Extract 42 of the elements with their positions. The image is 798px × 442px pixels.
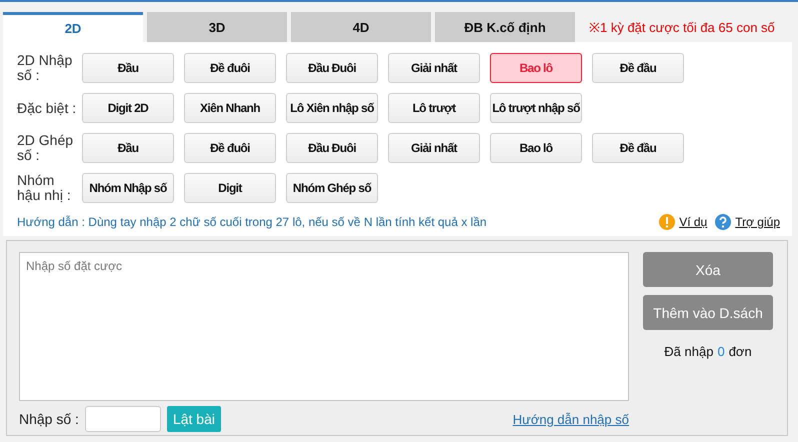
count-value: 0: [717, 344, 725, 359]
option-button[interactable]: Digit: [184, 173, 276, 203]
warning-icon: [659, 214, 676, 230]
input-guide-link[interactable]: Hướng dẫn nhập số: [512, 412, 629, 426]
tab[interactable]: 4D: [291, 12, 431, 42]
help-icon: [715, 214, 732, 230]
option-button[interactable]: Lô trượt nhập số: [490, 93, 582, 123]
row-label: Đặc biệt :: [17, 100, 78, 116]
option-button[interactable]: Đầu Đuôi: [286, 53, 378, 83]
option-button[interactable]: Đầu: [82, 133, 174, 163]
option-button[interactable]: Xiên Nhanh: [184, 93, 276, 123]
option-button[interactable]: Bao lô: [490, 133, 582, 163]
bet-input-field[interactable]: Nhập số đặt cược: [19, 252, 629, 401]
option-button[interactable]: Đề đuôi: [184, 133, 276, 163]
option-button[interactable]: Digit 2D: [82, 93, 174, 123]
add-to-list-button[interactable]: Thêm vào D.sách: [643, 295, 773, 330]
count-label: Đã nhập: [664, 344, 714, 359]
option-button[interactable]: Lô Xiên nhập số: [286, 93, 378, 123]
option-button[interactable]: Giải nhất: [388, 133, 480, 163]
clear-button[interactable]: Xóa: [643, 252, 773, 287]
row-label: Nhóm hậu nhị :: [17, 173, 72, 203]
row-label: 2D Ghép số :: [17, 133, 74, 163]
tab[interactable]: 3D: [147, 12, 287, 42]
option-button[interactable]: Đầu Đuôi: [286, 133, 378, 163]
option-button[interactable]: Đầu: [82, 53, 174, 83]
option-button[interactable]: Đề đuôi: [184, 53, 276, 83]
row-label: 2D Nhập số :: [17, 53, 74, 83]
option-button[interactable]: Lô trượt: [388, 93, 480, 123]
option-button[interactable]: Đề đầu: [592, 133, 684, 163]
tab[interactable]: 2D: [3, 12, 143, 42]
option-button[interactable]: Nhóm Nhập số: [82, 173, 174, 203]
option-button[interactable]: Đề đầu: [592, 53, 684, 83]
help-link[interactable]: Trợ giúp: [735, 215, 780, 229]
example-link[interactable]: Ví dụ: [679, 215, 708, 229]
tab[interactable]: ĐB K.cố định: [435, 12, 575, 42]
option-button[interactable]: Nhóm Ghép số: [286, 173, 378, 203]
limit-notice: ※1 kỳ đặt cược tối đa 65 con số: [589, 19, 775, 36]
number-label: Nhập số :: [19, 411, 79, 427]
count-unit: đơn: [728, 344, 752, 359]
number-input-field[interactable]: [84, 406, 161, 432]
option-button[interactable]: Giải nhất: [388, 53, 480, 83]
guide-text: Hướng dẫn : Dùng tay nhập 2 chữ số cuối trong 27 lô, nếu số về N lần tính kết quả x lần: [17, 215, 487, 229]
